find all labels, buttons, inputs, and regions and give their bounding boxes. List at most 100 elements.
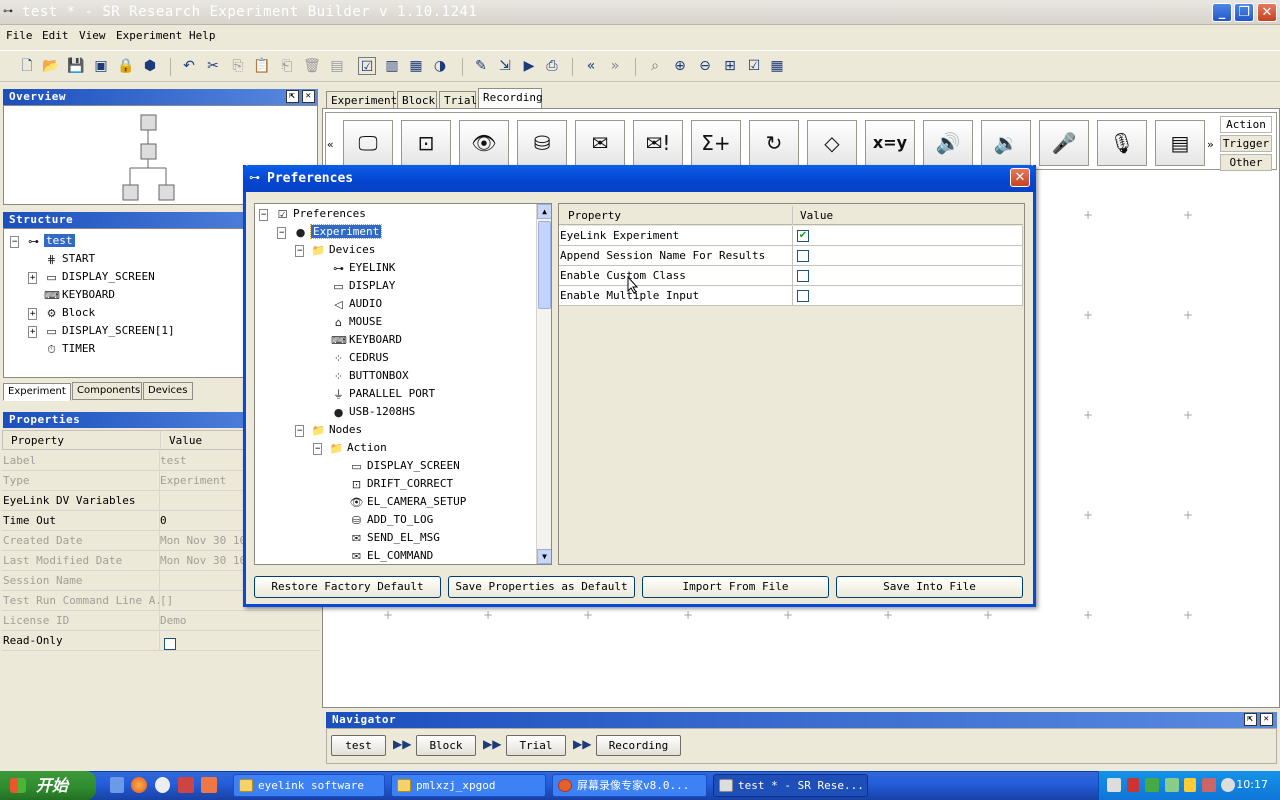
expand-icon[interactable]: + (28, 308, 38, 320)
canvas-tab-block[interactable]: Block (397, 91, 437, 109)
close-panel-icon[interactable]: ✕ (302, 90, 315, 103)
palette-category-other[interactable]: Other (1220, 154, 1272, 171)
menu-view[interactable]: View (79, 29, 106, 42)
tree-device-item[interactable]: ◁ AUDIO (331, 295, 382, 313)
fit-icon[interactable]: ⊞ (721, 57, 739, 75)
display-screen-node-icon[interactable]: 🖵 (343, 120, 393, 166)
tree-action-item[interactable]: 👁 EL_CAMERA_SETUP (349, 493, 467, 511)
tree-item-display-screen[interactable]: + ▭ DISPLAY_SCREEN (28, 268, 155, 286)
paste-special-icon[interactable]: ⎗ (278, 57, 296, 75)
restore-panel-icon[interactable]: ⇱ (286, 90, 299, 103)
preference-checkbox[interactable]: ✔ (797, 230, 809, 242)
add-to-log-node-icon[interactable]: ⛁ (517, 120, 567, 166)
palette-category-trigger[interactable]: Trigger (1220, 135, 1272, 152)
tree-action-item[interactable]: ▭ DISPLAY_SCREEN (349, 457, 459, 475)
nav-crumb-recording[interactable]: Recording (596, 735, 681, 756)
nav-crumb-test[interactable]: test (331, 735, 386, 756)
tree-device-item[interactable]: ⏚ PARALLEL PORT (331, 385, 435, 403)
camera-setup-node-icon[interactable]: 👁 (459, 120, 509, 166)
tree-preferences-root[interactable]: − ☑ Preferences (259, 205, 366, 223)
copy-icon[interactable]: ⎘ (229, 57, 247, 75)
canvas-tab-recording[interactable]: Recording (478, 88, 543, 109)
menu-edit[interactable]: Edit (42, 29, 69, 42)
tree-device-item[interactable]: ▭ DISPLAY (331, 277, 395, 295)
expand-icon[interactable]: + (28, 326, 38, 338)
package-icon[interactable]: ⬢ (141, 57, 159, 75)
tree-root[interactable]: − ⊶ test (10, 232, 75, 250)
undo-icon[interactable]: ↶ (180, 57, 198, 75)
send-message-node-icon[interactable]: ✉ (575, 120, 625, 166)
deploy-icon[interactable]: ⇲ (496, 57, 514, 75)
close-panel-icon[interactable]: ✕ (1260, 713, 1273, 726)
import-from-file-button[interactable]: Import From File (642, 576, 829, 598)
task-eyelink-software[interactable]: eyelink software (233, 774, 385, 797)
tab-experiment[interactable]: Experiment (3, 383, 71, 401)
tree-action-item[interactable]: ✉ SEND_EL_MSG (349, 529, 440, 547)
save-into-file-button[interactable]: Save Into File (836, 576, 1023, 598)
read-only-checkbox[interactable] (164, 634, 176, 654)
tree-item-block[interactable]: + ⚙ Block (28, 304, 95, 322)
preference-checkbox[interactable] (797, 290, 809, 302)
tree-device-item[interactable]: ⁘ CEDRUS (331, 349, 389, 367)
tree-nodes[interactable]: − 📁 Nodes (295, 421, 362, 439)
scroll-thumb[interactable] (538, 221, 551, 309)
restore-panel-icon[interactable]: ⇱ (1244, 713, 1257, 726)
record-sound-control-node-icon[interactable]: 🎙 (1097, 120, 1147, 166)
record-sound-node-icon[interactable]: 🎤 (1039, 120, 1089, 166)
update-attribute-node-icon[interactable]: Σ+ (691, 120, 741, 166)
el-command-node-icon[interactable]: ✉! (633, 120, 683, 166)
save-icon[interactable]: 💾 (67, 57, 85, 75)
start-button[interactable]: 开始 (0, 771, 96, 800)
tree-item-start[interactable]: ⋕ START (44, 250, 95, 268)
preference-row[interactable]: Append Session Name For Results (559, 246, 1023, 266)
qq-icon[interactable] (155, 777, 170, 793)
tree-devices[interactable]: − 📁 Devices (295, 241, 375, 259)
firefox-icon[interactable] (131, 777, 147, 793)
zoom-in-icon[interactable]: ⊕ (671, 57, 689, 75)
security-icon[interactable] (1184, 778, 1196, 792)
tree-device-item[interactable]: ⊶ EYELINK (331, 259, 395, 277)
network-icon[interactable] (1145, 778, 1159, 792)
tree-device-item[interactable]: ● USB-1208HS (331, 403, 416, 421)
library-icon[interactable]: ▦ (407, 57, 425, 75)
tree-device-item[interactable]: ⌨ KEYBOARD (331, 331, 402, 349)
custom-class-node-icon[interactable]: ▤ (1155, 120, 1205, 166)
lock-icon[interactable]: 🔒 (117, 57, 135, 75)
tree-action-item[interactable]: ✉ EL_COMMAND (349, 547, 433, 564)
maximize-button[interactable]: ❐ (1234, 3, 1254, 22)
back-icon[interactable]: « (582, 57, 600, 75)
tree-action-item[interactable]: ⊡ DRIFT_CORRECT (349, 475, 453, 493)
save-all-icon[interactable]: ▣ (92, 57, 110, 75)
scroll-up-icon[interactable]: ▲ (537, 204, 551, 219)
save-properties-default-button[interactable]: Save Properties as Default (448, 576, 635, 598)
tab-components[interactable]: Components (72, 382, 142, 400)
palette-category-action[interactable]: Action (1220, 116, 1272, 133)
settings-icon[interactable]: ✎ (472, 57, 490, 75)
property-row[interactable]: License ID Demo (2, 611, 320, 631)
menu-experiment[interactable]: Experiment (116, 29, 182, 42)
delete-icon[interactable]: 🗑 (303, 57, 321, 75)
grid-icon[interactable]: ▦ (768, 57, 786, 75)
shapes-icon[interactable]: ◑ (431, 57, 449, 75)
clear-icon[interactable]: ▤ (328, 57, 346, 75)
play-sound-control-node-icon[interactable]: 🔉 (981, 120, 1031, 166)
play-sound-node-icon[interactable]: 🔊 (923, 120, 973, 166)
dialog-close-button[interactable]: ✕ (1010, 168, 1030, 187)
tree-experiment[interactable]: − ● Experiment (277, 223, 383, 241)
tree-action[interactable]: − 📁 Action (313, 439, 387, 457)
property-row[interactable]: Read-Only (2, 631, 320, 651)
menu-help[interactable]: Help (189, 29, 216, 42)
app-icon[interactable] (178, 777, 194, 793)
run-icon[interactable]: ▶ (520, 57, 538, 75)
conditional-node-icon[interactable]: ◇ (807, 120, 857, 166)
tray-icon[interactable] (1202, 778, 1216, 792)
task-pmlxzj[interactable]: pmlxzj_xpgod (391, 774, 546, 797)
tray-icon[interactable] (1107, 778, 1121, 792)
canvas-tab-trial[interactable]: Trial (439, 91, 477, 109)
menu-file[interactable]: File (6, 29, 33, 42)
collapse-icon[interactable]: − (10, 236, 20, 248)
quicklaunch-icon[interactable] (110, 777, 124, 793)
tab-devices[interactable]: Devices (143, 382, 193, 400)
minimize-button[interactable]: _ (1212, 3, 1232, 22)
tree-item-keyboard[interactable]: ⌨ KEYBOARD (44, 286, 115, 304)
